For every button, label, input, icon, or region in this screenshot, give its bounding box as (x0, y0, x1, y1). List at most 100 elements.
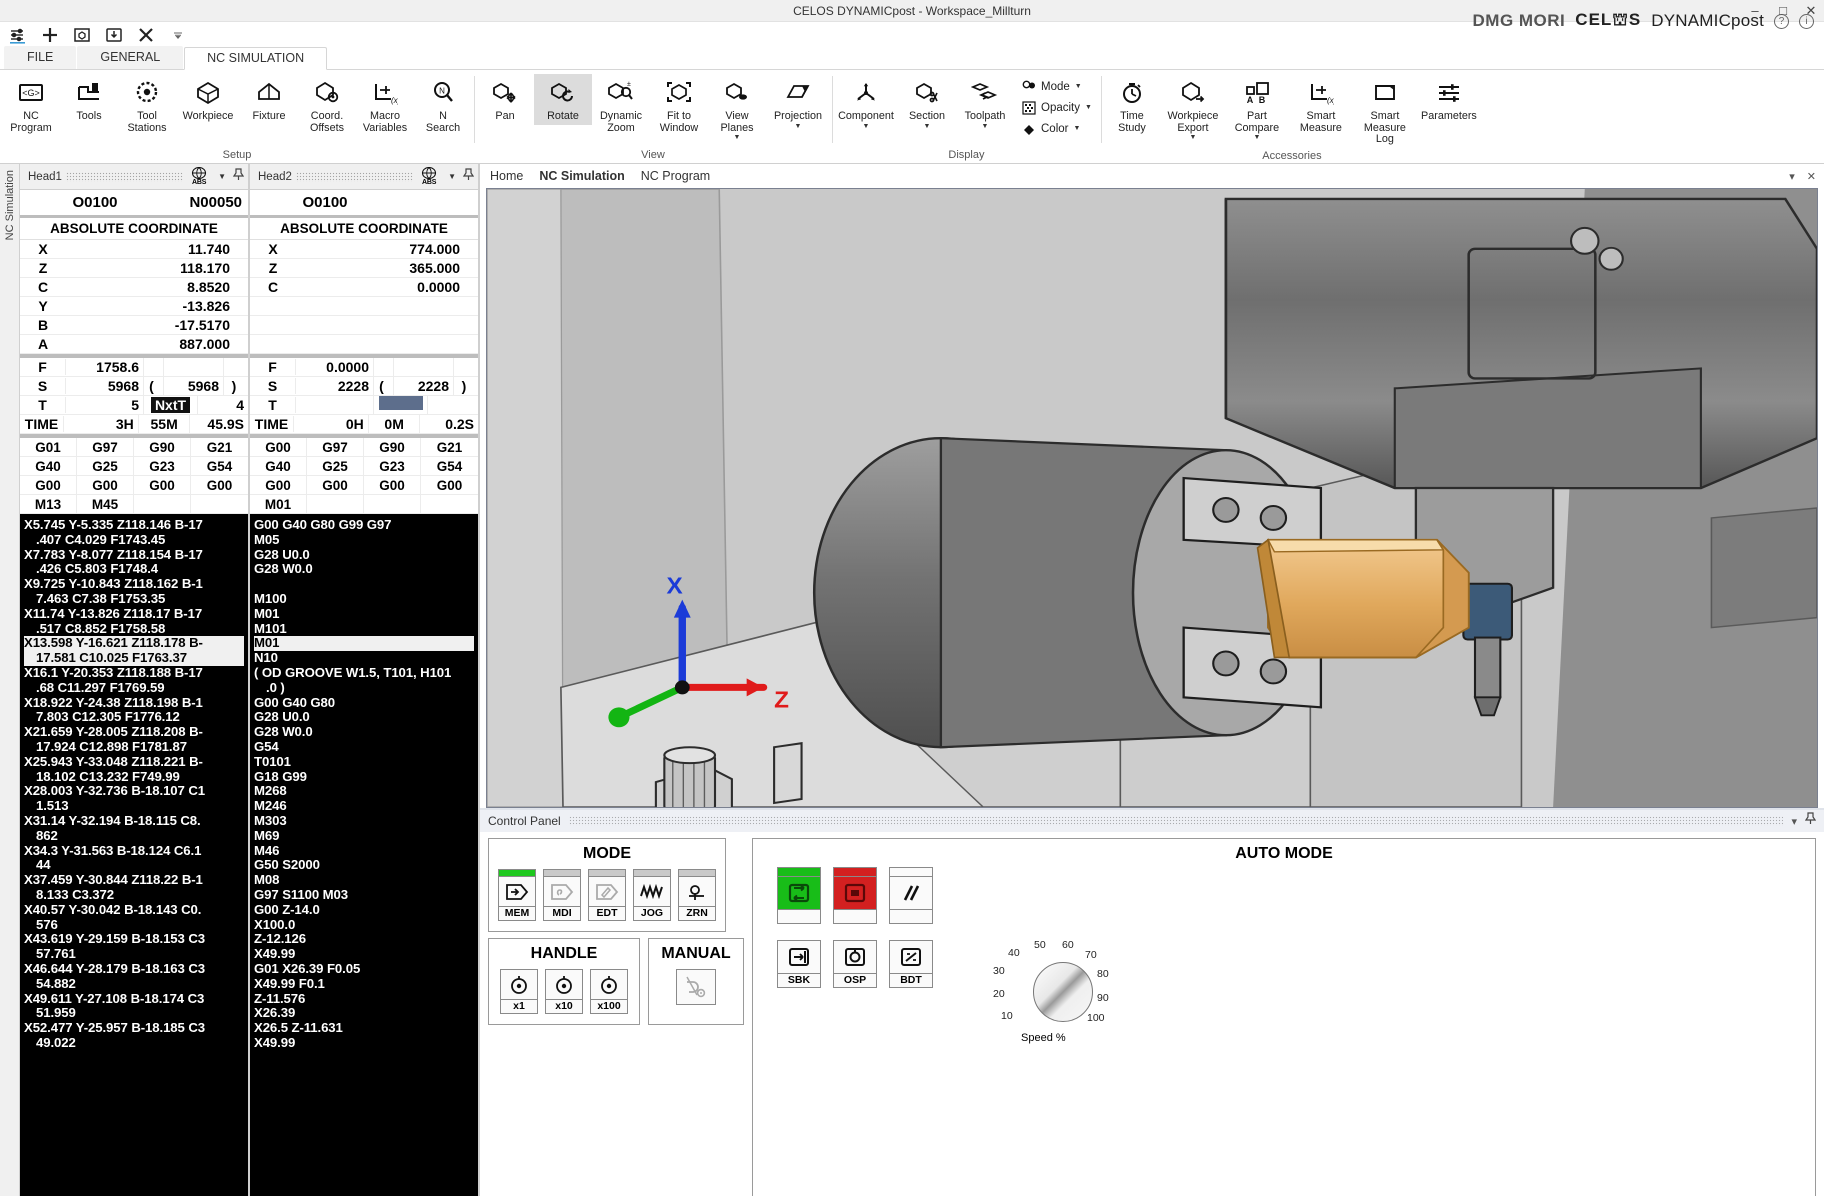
code-line[interactable]: Z-12.126 (254, 932, 474, 947)
code-line[interactable]: X28.003 Y-32.736 B-18.107 C1 (24, 784, 244, 799)
mode-button-mdi[interactable]: MDI (543, 869, 581, 921)
code-line[interactable]: .426 C5.803 F1748.4 (24, 562, 244, 577)
mode-button-edt[interactable]: EDT (588, 869, 626, 921)
code-line[interactable]: X9.725 Y-10.843 Z118.162 B-1 (24, 576, 244, 592)
code-line[interactable]: 18.102 C13.232 F749.99 (24, 769, 244, 785)
ribbon-btn-component[interactable]: Component ▼ (834, 74, 898, 132)
sbk-button[interactable]: SBK (777, 940, 821, 988)
display-mode-item[interactable]: Mode ▼ (1018, 77, 1095, 96)
ribbon-btn-toolpath[interactable]: Toolpath ▼ (956, 74, 1014, 132)
code-line[interactable]: X16.1 Y-20.353 Z118.188 B-17 (24, 665, 244, 681)
speed-override-dial[interactable]: 10 20 30 40 50 60 70 80 90 100 Speed % (987, 939, 1167, 1050)
head1-code-view[interactable]: X5.745 Y-5.335 Z118.146 B-17.407 C4.029 … (20, 514, 248, 1196)
code-line[interactable]: M69 (254, 828, 474, 844)
tab-file[interactable]: FILE (4, 46, 77, 69)
display-color-item[interactable]: Color ▼ (1018, 119, 1095, 138)
code-line[interactable]: G50 S2000 (254, 858, 474, 873)
code-line[interactable]: 17.581 C10.025 F1763.37 (24, 650, 244, 666)
code-line[interactable]: X21.659 Y-28.005 Z118.208 B- (24, 724, 244, 740)
mode-button-jog[interactable]: JOG (633, 869, 671, 921)
code-line[interactable]: X34.3 Y-31.563 B-18.124 C6.1 (24, 843, 244, 859)
maximize-icon[interactable]: □ (1776, 4, 1790, 17)
code-line[interactable]: M01 (254, 606, 474, 622)
code-line[interactable]: 7.803 C12.305 F1776.12 (24, 710, 244, 725)
chevron-down-icon[interactable]: ▼ (1189, 134, 1196, 141)
code-line[interactable]: M268 (254, 784, 474, 799)
code-line[interactable]: .407 C4.029 F1743.45 (24, 532, 244, 548)
ribbon-btn-smart-measure[interactable]: (x) SmartMeasure (1289, 74, 1353, 136)
code-line[interactable]: G28 U0.0 (254, 710, 474, 725)
code-line[interactable]: 54.882 (24, 976, 244, 992)
code-line[interactable]: 8.133 C3.372 (24, 887, 244, 903)
code-line[interactable]: 17.924 C12.898 F1781.87 (24, 739, 244, 755)
code-line[interactable]: X7.783 Y-8.077 Z118.154 B-17 (24, 547, 244, 563)
abs-mode-icon[interactable]: ABS (417, 167, 441, 186)
save-icon[interactable] (104, 25, 124, 45)
ribbon-btn-coord-offsets[interactable]: Coord. Offsets (298, 74, 356, 136)
chevron-down-icon[interactable]: ▼ (863, 123, 870, 130)
handle-button-x1[interactable]: x1 (500, 969, 538, 1014)
chevron-down-icon[interactable]: ▼ (924, 123, 931, 130)
ribbon-btn-macro-variables[interactable]: (x) MacroVariables (356, 74, 414, 136)
more-caret-icon[interactable] (168, 25, 188, 45)
ribbon-btn-rotate[interactable]: Rotate (534, 74, 592, 125)
code-line[interactable]: M46 (254, 843, 474, 859)
code-line[interactable]: X46.644 Y-28.179 B-18.163 C3 (24, 961, 244, 977)
code-line[interactable]: X100.0 (254, 917, 474, 933)
tab-nc-program-view[interactable]: NC Program (641, 169, 710, 183)
pin-icon[interactable] (232, 167, 245, 186)
ribbon-btn-nc-program[interactable]: <G> NC Program (2, 74, 60, 136)
code-line[interactable]: X25.943 Y-33.048 Z118.221 B- (24, 754, 244, 770)
code-line[interactable]: M08 (254, 872, 474, 888)
viewport-collapse-icon[interactable]: ▾ (1789, 170, 1795, 183)
code-line[interactable]: X37.459 Y-30.844 Z118.22 B-1 (24, 872, 244, 888)
tab-nc-simulation-view[interactable]: NC Simulation (539, 169, 624, 183)
chevron-down-icon[interactable]: ▼ (215, 172, 229, 181)
tab-home[interactable]: Home (490, 169, 523, 183)
ribbon-btn-dynamic-zoom[interactable]: ± Dynamic Zoom (592, 74, 650, 136)
mode-button-zrn[interactable]: ZRN (678, 869, 716, 921)
pin-icon[interactable] (462, 167, 475, 186)
cycle-stop-button[interactable] (833, 867, 877, 924)
code-line[interactable]: G00 G40 G80 G99 G97 (254, 517, 474, 533)
code-line[interactable]: 51.959 (24, 1005, 244, 1021)
code-line[interactable]: M246 (254, 798, 474, 814)
code-line[interactable]: X49.99 F0.1 (254, 976, 474, 992)
block-skip-button[interactable] (889, 867, 933, 924)
code-line[interactable]: 576 (24, 917, 244, 933)
code-line[interactable]: M101 (254, 621, 474, 637)
code-line[interactable]: G28 U0.0 (254, 547, 474, 563)
ribbon-btn-view-planes[interactable]: View Planes ▼ (708, 74, 766, 143)
chevron-down-icon[interactable]: ▼ (1253, 134, 1260, 141)
ribbon-btn-workpiece-export[interactable]: Workpiece Export ▼ (1161, 74, 1225, 143)
code-line[interactable]: .517 C8.852 F1758.58 (24, 621, 244, 637)
ribbon-btn-projection[interactable]: Projection ▼ (766, 74, 830, 132)
viewport-close-icon[interactable]: ✕ (1807, 170, 1816, 183)
code-line[interactable]: T0101 (254, 754, 474, 770)
code-line[interactable]: M05 (254, 532, 474, 548)
code-line[interactable]: X11.74 Y-13.826 Z118.17 B-17 (24, 606, 244, 622)
code-line[interactable]: X18.922 Y-24.38 Z118.198 B-1 (24, 695, 244, 711)
simulation-viewport[interactable]: X Z (486, 188, 1818, 808)
chevron-down-icon[interactable]: ▼ (734, 134, 741, 141)
code-line[interactable]: .68 C11.297 F1769.59 (24, 680, 244, 696)
code-line[interactable]: M01 (254, 636, 474, 652)
ribbon-btn-part-compare[interactable]: AB Part Compare ▼ (1225, 74, 1289, 143)
code-line[interactable]: X31.14 Y-32.194 B-18.115 C8. (24, 813, 244, 829)
code-line[interactable]: 44 (24, 858, 244, 873)
ribbon-btn-fit-to-window[interactable]: Fit to Window (650, 74, 708, 136)
code-line[interactable]: X40.57 Y-30.042 B-18.143 C0. (24, 902, 244, 918)
ribbon-btn-workpiece[interactable]: Workpiece (176, 74, 240, 125)
code-line[interactable]: G01 X26.39 F0.05 (254, 961, 474, 977)
open-model-icon[interactable] (72, 25, 92, 45)
handle-button-x10[interactable]: x10 (545, 969, 583, 1014)
code-line[interactable] (254, 577, 474, 592)
code-line[interactable]: X49.611 Y-27.108 B-18.174 C3 (24, 991, 244, 1007)
code-line[interactable]: G00 Z-14.0 (254, 902, 474, 918)
bdt-button[interactable]: BDT (889, 940, 933, 988)
code-line[interactable]: G28 W0.0 (254, 562, 474, 577)
chevron-down-icon[interactable]: ▼ (1085, 104, 1092, 111)
chevron-down-icon[interactable]: ▼ (795, 123, 802, 130)
close-x-icon[interactable] (136, 25, 156, 45)
tab-nc-simulation[interactable]: NC SIMULATION (184, 47, 328, 70)
